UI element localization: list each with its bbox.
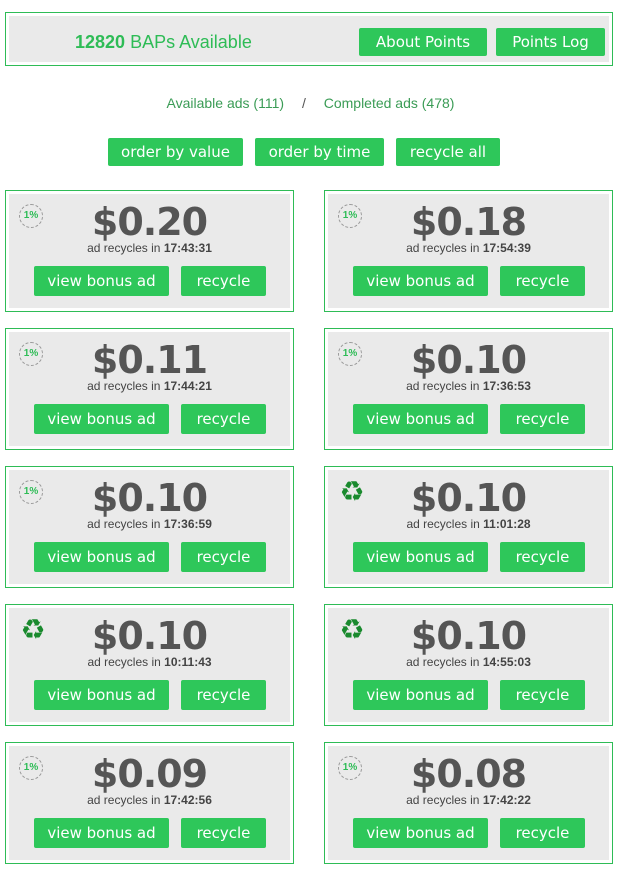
- view-bonus-ad-button[interactable]: view bonus ad: [353, 542, 488, 572]
- recycle-button[interactable]: recycle: [500, 404, 585, 434]
- ad-recycle-timer: ad recycles in 10:11:43: [9, 655, 290, 669]
- recycle-timer-label: ad recycles in: [87, 241, 161, 255]
- recycle-timer-label: ad recycles in: [87, 655, 161, 669]
- recycle-timer-value: 17:43:31: [163, 241, 212, 255]
- baps-available: 12820 BAPs Available: [75, 32, 252, 53]
- recycle-timer-value: 17:44:21: [163, 379, 212, 393]
- ad-recycle-timer: ad recycles in 14:55:03: [328, 655, 609, 669]
- recycle-timer-value: 17:36:53: [482, 379, 531, 393]
- recycle-button[interactable]: recycle: [181, 404, 266, 434]
- baps-label: BAPs Available: [130, 32, 252, 52]
- order-by-time-button[interactable]: order by time: [255, 138, 384, 166]
- points-header-panel: 12820 BAPs Available About Points Points…: [9, 16, 609, 62]
- ad-amount: $0.10: [91, 614, 208, 658]
- recycle-button[interactable]: recycle: [500, 542, 585, 572]
- recycle-button[interactable]: recycle: [181, 542, 266, 572]
- ad-card-panel: ♻ $0.10 ad recycles in 14:55:03 view bonus …: [328, 608, 609, 722]
- ad-card-panel: ♻ $0.10 ad recycles in 10:11:43 view bonus …: [9, 608, 290, 722]
- view-bonus-ad-button[interactable]: view bonus ad: [34, 404, 169, 434]
- recycle-button[interactable]: recycle: [500, 818, 585, 848]
- ad-card: 1% $0.18 ad recycles in 17:54:39 view bonus…: [324, 190, 613, 312]
- completed-ads-link[interactable]: Completed ads (478): [324, 95, 455, 111]
- ads-nav: Available ads (111) / Completed ads (478…: [0, 95, 621, 111]
- ad-amount: $0.20: [91, 200, 208, 244]
- recycle-timer-value: 17:42:56: [163, 793, 212, 807]
- view-bonus-ad-button[interactable]: view bonus ad: [34, 542, 169, 572]
- ad-recycle-timer: ad recycles in 17:43:31: [9, 241, 290, 255]
- ad-card: 1% $0.11 ad recycles in 17:44:21 view bonus…: [5, 328, 294, 450]
- baps-count: 12820: [75, 32, 126, 52]
- recycle-timer-value: 10:11:43: [164, 655, 212, 669]
- ad-card-panel: 1% $0.20 ad recycles in 17:43:31 view bonus…: [9, 194, 290, 308]
- view-bonus-ad-button[interactable]: view bonus ad: [34, 266, 169, 296]
- ad-card-panel: 1% $0.08 ad recycles in 17:42:22 view bonus…: [328, 746, 609, 860]
- ad-amount: $0.11: [91, 338, 208, 382]
- ad-amount: $0.10: [91, 476, 208, 520]
- ad-recycle-timer: ad recycles in 17:42:22: [328, 793, 609, 807]
- available-ads-link[interactable]: Available ads (111): [167, 95, 285, 111]
- ad-recycle-timer: ad recycles in 17:36:53: [328, 379, 609, 393]
- ad-card: 1% $0.09 ad recycles in 17:42:56 view bonus…: [5, 742, 294, 864]
- ad-card: ♻ $0.10 ad recycles in 10:11:43 view bonus …: [5, 604, 294, 726]
- ad-card-panel: 1% $0.18 ad recycles in 17:54:39 view bonus…: [328, 194, 609, 308]
- points-header: 12820 BAPs Available About Points Points…: [5, 12, 613, 66]
- ad-recycle-timer: ad recycles in 17:36:59: [9, 517, 290, 531]
- recycle-timer-label: ad recycles in: [406, 517, 480, 531]
- recycle-timer-label: ad recycles in: [406, 793, 480, 807]
- nav-separator: /: [301, 95, 306, 111]
- recycle-timer-value: 14:55:03: [482, 655, 531, 669]
- ad-card: ♻ $0.10 ad recycles in 11:01:28 view bonus …: [324, 466, 613, 588]
- ad-amount: $0.10: [410, 338, 527, 382]
- ad-card: 1% $0.10 ad recycles in 17:36:53 view bonus…: [324, 328, 613, 450]
- ad-recycle-timer: ad recycles in 17:42:56: [9, 793, 290, 807]
- view-bonus-ad-button[interactable]: view bonus ad: [353, 818, 488, 848]
- ad-card-panel: 1% $0.10 ad recycles in 17:36:59 view bonus…: [9, 470, 290, 584]
- ad-card-panel: 1% $0.10 ad recycles in 17:36:53 view bonus…: [328, 332, 609, 446]
- recycle-all-button[interactable]: recycle all: [396, 138, 500, 166]
- ad-card: ♻ $0.10 ad recycles in 14:55:03 view bonus …: [324, 604, 613, 726]
- recycle-button[interactable]: recycle: [500, 266, 585, 296]
- ad-card: 1% $0.08 ad recycles in 17:42:22 view bonus…: [324, 742, 613, 864]
- ad-card-panel: 1% $0.09 ad recycles in 17:42:56 view bonus…: [9, 746, 290, 860]
- view-bonus-ad-button[interactable]: view bonus ad: [353, 266, 488, 296]
- recycle-timer-label: ad recycles in: [87, 793, 161, 807]
- recycle-button[interactable]: recycle: [181, 266, 266, 296]
- recycle-button[interactable]: recycle: [500, 680, 585, 710]
- ad-card-panel: ♻ $0.10 ad recycles in 11:01:28 view bonus …: [328, 470, 609, 584]
- recycle-timer-value: 11:01:28: [483, 517, 531, 531]
- recycle-button[interactable]: recycle: [181, 680, 266, 710]
- ad-card: 1% $0.20 ad recycles in 17:43:31 view bonus…: [5, 190, 294, 312]
- view-bonus-ad-button[interactable]: view bonus ad: [34, 818, 169, 848]
- points-log-button[interactable]: Points Log: [496, 28, 605, 56]
- ad-card-panel: 1% $0.11 ad recycles in 17:44:21 view bonus…: [9, 332, 290, 446]
- view-bonus-ad-button[interactable]: view bonus ad: [353, 404, 488, 434]
- recycle-timer-value: 17:36:59: [163, 517, 212, 531]
- order-by-value-button[interactable]: order by value: [108, 138, 243, 166]
- ad-amount: $0.10: [410, 476, 527, 520]
- recycle-timer-label: ad recycles in: [406, 241, 480, 255]
- view-bonus-ad-button[interactable]: view bonus ad: [34, 680, 169, 710]
- ad-amount: $0.18: [410, 200, 527, 244]
- ad-amount: $0.10: [410, 614, 527, 658]
- recycle-timer-value: 17:54:39: [482, 241, 531, 255]
- ad-card: 1% $0.10 ad recycles in 17:36:59 view bonus…: [5, 466, 294, 588]
- recycle-timer-label: ad recycles in: [406, 379, 480, 393]
- recycle-button[interactable]: recycle: [181, 818, 266, 848]
- ad-amount: $0.09: [91, 752, 208, 796]
- ad-recycle-timer: ad recycles in 17:44:21: [9, 379, 290, 393]
- recycle-timer-label: ad recycles in: [406, 655, 480, 669]
- ad-recycle-timer: ad recycles in 17:54:39: [328, 241, 609, 255]
- recycle-timer-value: 17:42:22: [482, 793, 531, 807]
- ad-amount: $0.08: [410, 752, 527, 796]
- ad-recycle-timer: ad recycles in 11:01:28: [328, 517, 609, 531]
- recycle-timer-label: ad recycles in: [87, 517, 161, 531]
- recycle-timer-label: ad recycles in: [87, 379, 161, 393]
- about-points-button[interactable]: About Points: [359, 28, 487, 56]
- view-bonus-ad-button[interactable]: view bonus ad: [353, 680, 488, 710]
